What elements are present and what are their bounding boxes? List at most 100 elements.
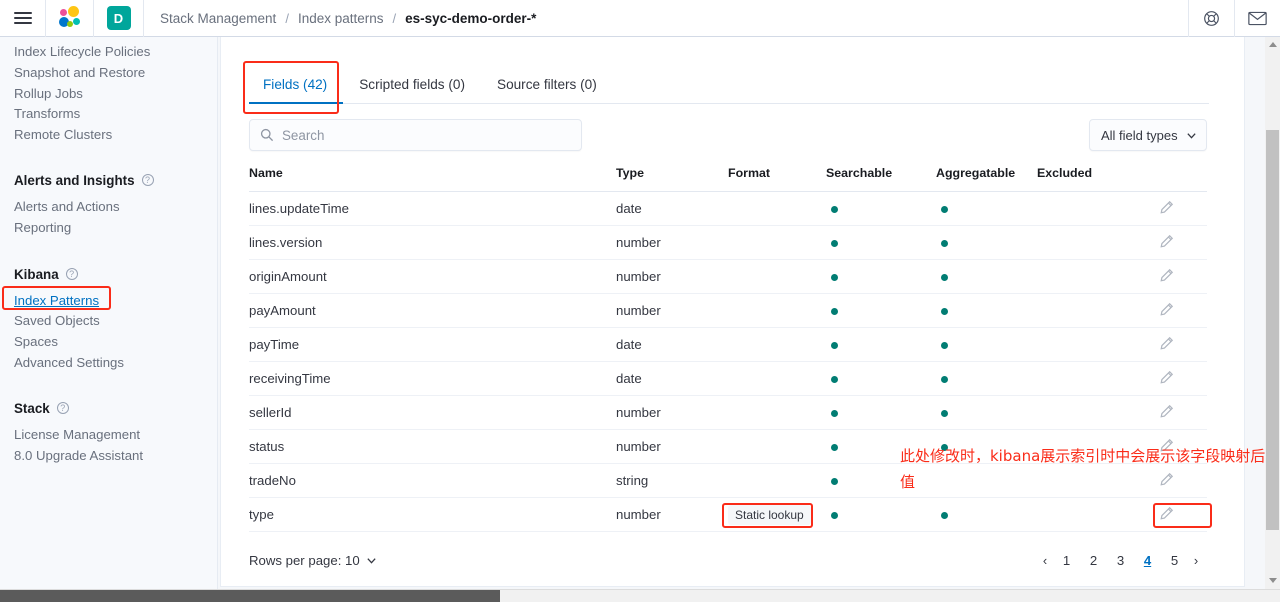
mail-envelope-icon[interactable] — [1234, 0, 1280, 37]
searchable-dot-icon — [831, 512, 838, 519]
help-question-icon[interactable]: ? — [57, 402, 69, 414]
field-type-cell: number — [616, 294, 728, 328]
field-aggregatable-cell — [936, 430, 1037, 464]
pencil-edit-icon — [1159, 438, 1174, 453]
pagination-page-4[interactable]: 4 — [1137, 549, 1158, 571]
scroll-up-arrow-icon[interactable] — [1269, 42, 1277, 47]
horizontal-scrollbar-thumb[interactable] — [0, 590, 500, 602]
sidebar-item-spaces[interactable]: Spaces — [14, 332, 218, 353]
field-format-cell — [728, 260, 826, 294]
tab-scripted-fields[interactable]: Scripted fields (0) — [343, 77, 481, 103]
tab-fields[interactable]: Fields (42) — [249, 77, 343, 103]
pencil-edit-icon — [1159, 404, 1174, 419]
field-name-cell: originAmount — [249, 260, 616, 294]
sidebar-item-remote-clusters[interactable]: Remote Clusters — [14, 125, 218, 146]
pencil-edit-icon — [1159, 506, 1174, 521]
column-header-aggregatable[interactable]: Aggregatable — [936, 166, 1037, 192]
breadcrumb-item-stack-management[interactable]: Stack Management — [160, 11, 276, 26]
sidebar-item-advanced-settings[interactable]: Advanced Settings — [14, 353, 218, 374]
sidebar-item-alerts-and-actions[interactable]: Alerts and Actions — [14, 197, 218, 218]
column-header-excluded[interactable]: Excluded — [1037, 166, 1126, 192]
field-aggregatable-cell — [936, 260, 1037, 294]
pagination-page-3[interactable]: 3 — [1110, 549, 1131, 571]
search-input[interactable]: Search — [249, 119, 582, 151]
column-header-type[interactable]: Type — [616, 166, 728, 192]
column-header-searchable[interactable]: Searchable — [826, 166, 936, 192]
hamburger-menu-icon[interactable] — [0, 0, 46, 37]
aggregatable-dot-icon — [941, 206, 948, 213]
edit-field-button[interactable] — [1126, 464, 1207, 498]
table-row: originAmountnumber — [249, 260, 1207, 294]
sidebar-item-index-lifecycle-policies[interactable]: Index Lifecycle Policies — [14, 42, 218, 63]
help-question-icon[interactable]: ? — [66, 268, 78, 280]
searchable-dot-icon — [831, 444, 838, 451]
field-format-cell: Static lookup — [728, 498, 826, 532]
sidebar-item-transforms[interactable]: Transforms — [14, 104, 218, 125]
aggregatable-dot-icon — [941, 308, 948, 315]
field-type-cell: date — [616, 362, 728, 396]
field-format-cell — [728, 294, 826, 328]
column-header-format[interactable]: Format — [728, 166, 826, 192]
field-searchable-cell — [826, 396, 936, 430]
sidebar-item-upgrade-assistant[interactable]: 8.0 Upgrade Assistant — [14, 446, 218, 467]
field-type-cell: date — [616, 192, 728, 226]
field-type-cell: number — [616, 498, 728, 532]
space-switcher[interactable]: D — [94, 0, 144, 37]
edit-field-button[interactable] — [1126, 396, 1207, 430]
edit-field-button[interactable] — [1126, 498, 1207, 532]
edit-field-button[interactable] — [1126, 192, 1207, 226]
field-format-cell — [728, 226, 826, 260]
field-name-cell: type — [249, 498, 616, 532]
sidebar-group-label: Alerts and Insights — [14, 173, 135, 188]
column-header-name[interactable]: Name — [249, 166, 616, 192]
searchable-dot-icon — [831, 206, 838, 213]
help-lifebuoy-icon[interactable] — [1188, 0, 1234, 37]
field-aggregatable-cell — [936, 498, 1037, 532]
field-searchable-cell — [826, 464, 936, 498]
edit-field-button[interactable] — [1126, 430, 1207, 464]
field-format-cell — [728, 192, 826, 226]
field-format-cell — [728, 430, 826, 464]
sidebar-item-license-management[interactable]: License Management — [14, 425, 218, 446]
field-name-cell: lines.updateTime — [249, 192, 616, 226]
space-badge: D — [107, 6, 131, 30]
edit-field-button[interactable] — [1126, 226, 1207, 260]
field-aggregatable-cell — [936, 328, 1037, 362]
aggregatable-dot-icon — [941, 512, 948, 519]
rows-per-page-selector[interactable]: Rows per page: 10 — [249, 553, 377, 568]
edit-field-button[interactable] — [1126, 294, 1207, 328]
field-name-cell: receivingTime — [249, 362, 616, 396]
breadcrumb-item-index-patterns[interactable]: Index patterns — [298, 11, 384, 26]
sidebar-item-rollup-jobs[interactable]: Rollup Jobs — [14, 84, 218, 105]
field-type-filter-dropdown[interactable]: All field types — [1089, 119, 1207, 151]
edit-field-button[interactable] — [1126, 260, 1207, 294]
field-aggregatable-cell — [936, 294, 1037, 328]
breadcrumb-separator: / — [393, 11, 397, 26]
pagination-page-1[interactable]: 1 — [1056, 549, 1077, 571]
vertical-scrollbar-thumb[interactable] — [1266, 130, 1279, 530]
sidebar-divider — [217, 37, 218, 597]
tab-source-filters[interactable]: Source filters (0) — [481, 77, 613, 103]
aggregatable-dot-icon — [941, 342, 948, 349]
edit-field-button[interactable] — [1126, 328, 1207, 362]
field-name-cell: status — [249, 430, 616, 464]
table-row: sellerIdnumber — [249, 396, 1207, 430]
elastic-logo-icon[interactable] — [46, 0, 94, 37]
pagination-page-2[interactable]: 2 — [1083, 549, 1104, 571]
field-searchable-cell — [826, 192, 936, 226]
scroll-down-arrow-icon[interactable] — [1269, 578, 1277, 583]
sidebar-item-snapshot-and-restore[interactable]: Snapshot and Restore — [14, 63, 218, 84]
pagination-page-5[interactable]: 5 — [1164, 549, 1185, 571]
pagination-next-button[interactable]: › — [1185, 549, 1207, 571]
sidebar-item-reporting[interactable]: Reporting — [14, 218, 218, 239]
header-actions — [1188, 0, 1280, 37]
pagination-previous-button[interactable]: ‹ — [1034, 549, 1056, 571]
sidebar-item-index-patterns[interactable]: Index Patterns — [14, 291, 99, 312]
edit-field-button[interactable] — [1126, 362, 1207, 396]
sidebar-item-saved-objects[interactable]: Saved Objects — [14, 311, 218, 332]
help-question-icon[interactable]: ? — [142, 174, 154, 186]
sidebar-group-stack: Stack ? — [14, 401, 218, 416]
field-excluded-cell — [1037, 464, 1126, 498]
field-searchable-cell — [826, 294, 936, 328]
searchable-dot-icon — [831, 342, 838, 349]
